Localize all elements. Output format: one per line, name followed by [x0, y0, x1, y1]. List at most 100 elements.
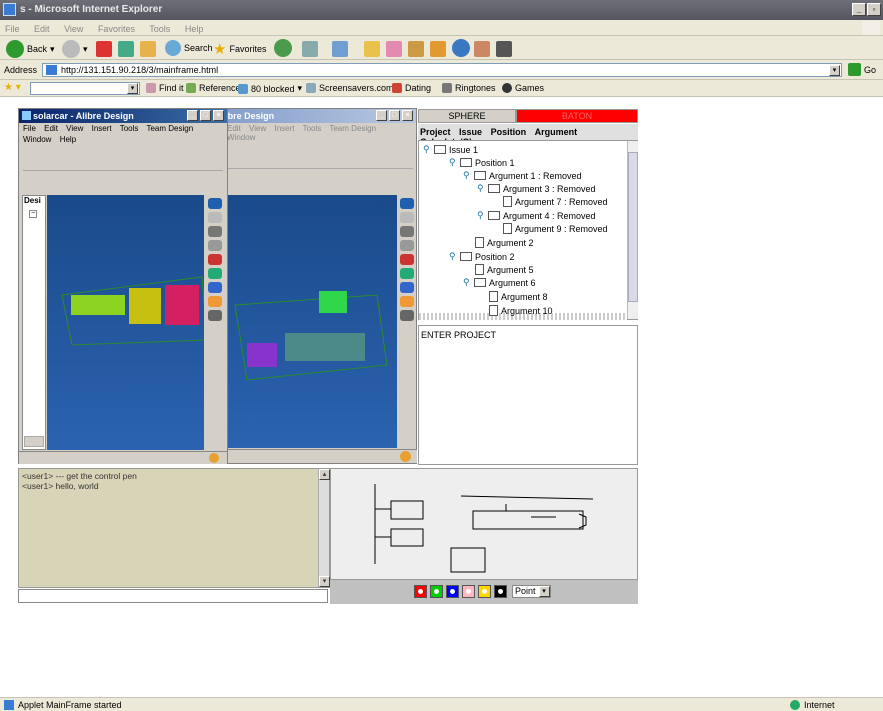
toolbar-icon[interactable] [208, 310, 222, 321]
menu-view[interactable]: View [64, 24, 83, 34]
color-yellow-button[interactable] [478, 585, 491, 598]
blocked-link[interactable]: 80 blocked ▾ [238, 83, 302, 94]
alibre-toolbar-2[interactable] [23, 173, 223, 193]
toolbar-icon[interactable] [208, 268, 222, 279]
find-link[interactable]: Find it [146, 83, 184, 93]
forward-button[interactable]: ▾ [62, 40, 88, 58]
screensavers-link[interactable]: Screensavers.com [306, 83, 394, 93]
tree-node[interactable]: Argument 10 [489, 305, 553, 316]
menu-file[interactable]: File [5, 24, 20, 34]
address-input[interactable]: http://131.151.90.218/3/mainframe.html ▾ [42, 63, 842, 77]
go-button[interactable]: Go [848, 63, 876, 76]
tree-node[interactable]: ⚲ Argument 6 [463, 277, 536, 288]
chat-log[interactable]: <user1> --- get the control pen <user1> … [18, 468, 330, 588]
alibre-toolbar-2[interactable] [227, 172, 413, 192]
toolbar-icon[interactable] [208, 296, 222, 307]
color-blue-button[interactable] [446, 585, 459, 598]
tab-baton[interactable]: BATON [516, 109, 638, 123]
close-button[interactable]: × [213, 110, 224, 121]
home-icon[interactable] [140, 41, 156, 57]
menu-edit[interactable]: Edit [34, 24, 50, 34]
color-pink-button[interactable] [462, 585, 475, 598]
maximize-button[interactable]: □ [389, 110, 400, 121]
mail-icon[interactable] [302, 41, 318, 57]
alibre-toolbar-1[interactable] [227, 149, 413, 169]
print-icon[interactable] [332, 41, 348, 57]
tree-node[interactable]: ⚲ Argument 1 : Removed [463, 170, 582, 181]
minimize-button[interactable]: _ [187, 110, 198, 121]
toolbar-icon[interactable] [208, 282, 222, 293]
chat-input[interactable] [18, 589, 328, 603]
reference-link[interactable]: Reference [186, 83, 241, 93]
tree-node[interactable]: ⚲ Position 2 [449, 251, 515, 262]
chat-scrollbar[interactable]: ▴ ▾ [318, 469, 330, 587]
tree-node[interactable]: Argument 8 [489, 291, 548, 302]
tree-node[interactable]: ⚲ Position 1 [449, 157, 515, 168]
menu-tools[interactable]: Tools [149, 24, 170, 34]
toolbar-icon[interactable] [400, 240, 414, 251]
user-icon[interactable] [496, 41, 512, 57]
toolbar-icon[interactable] [400, 310, 414, 321]
toolbar-icon[interactable] [208, 212, 222, 223]
refresh-icon[interactable] [118, 41, 134, 57]
toolbar-icon[interactable] [208, 198, 222, 209]
restore-button[interactable]: ▫ [867, 3, 881, 16]
tab-sphere[interactable]: SPHERE [418, 109, 516, 123]
combo-dropdown-button[interactable]: ▾ [127, 83, 138, 94]
tree-node[interactable]: Argument 2 [475, 237, 534, 248]
toolbar-icon[interactable] [400, 226, 414, 237]
project-text-area[interactable]: ENTER PROJECT [418, 325, 638, 465]
color-red-button[interactable] [414, 585, 427, 598]
menu-argument[interactable]: Argument [535, 127, 578, 137]
tree-node[interactable]: ⚲ Issue 1 [423, 144, 478, 155]
scroll-thumb[interactable] [628, 152, 638, 302]
scroll-up-button[interactable]: ▴ [319, 469, 330, 480]
drawing-canvas[interactable] [330, 468, 638, 580]
stop-icon[interactable] [96, 41, 112, 57]
menu-favorites[interactable]: Favorites [98, 24, 135, 34]
back-button[interactable]: Back ▾ [6, 40, 55, 58]
discuss-icon[interactable] [452, 39, 470, 57]
tree-scrollbar[interactable] [24, 436, 44, 447]
3d-viewport[interactable] [47, 195, 208, 450]
minimize-button[interactable]: _ [376, 110, 387, 121]
argument-tree[interactable]: ⚲ Issue 1 ⚲ Position 1 ⚲ Argument 1 : Remov… [418, 140, 638, 320]
expand-toggle[interactable]: − [29, 210, 37, 218]
tree-node[interactable]: Argument 7 : Removed [503, 196, 608, 207]
history-icon[interactable] [274, 39, 292, 57]
tool-icon[interactable] [430, 41, 446, 57]
toolbar-icon[interactable] [400, 254, 414, 265]
design-tree-panel[interactable]: Desi − [22, 195, 46, 450]
toolbar-icon[interactable] [400, 198, 414, 209]
ringtones-link[interactable]: Ringtones [442, 83, 496, 93]
toolbar-icon[interactable] [400, 282, 414, 293]
search-combo[interactable]: ▾ [30, 82, 140, 95]
toolbar-icon[interactable] [400, 296, 414, 307]
tree-node[interactable]: Argument 9 : Removed [503, 223, 608, 234]
minimize-button[interactable]: _ [852, 3, 866, 16]
alibre-toolbar-1[interactable] [23, 151, 223, 171]
tool-dropdown-button[interactable]: ▾ [538, 586, 550, 597]
maximize-button[interactable]: □ [200, 110, 211, 121]
tree-scrollbar[interactable] [627, 141, 638, 319]
menu-position[interactable]: Position [491, 127, 527, 137]
search-button[interactable]: Search [165, 40, 213, 56]
color-green-button[interactable] [430, 585, 443, 598]
address-dropdown-button[interactable]: ▾ [829, 65, 840, 76]
close-button[interactable]: × [402, 110, 413, 121]
menu-issue[interactable]: Issue [459, 127, 482, 137]
folder-icon[interactable] [364, 41, 380, 57]
dating-link[interactable]: Dating [392, 83, 431, 93]
tree-node[interactable]: ⚲ Argument 4 : Removed [477, 210, 596, 221]
toolbar-icon[interactable] [400, 212, 414, 223]
menu-help[interactable]: Help [185, 24, 204, 34]
tree-node[interactable]: Argument 5 [475, 264, 534, 275]
3d-viewport[interactable] [227, 195, 397, 448]
toolbar-icon[interactable] [208, 254, 222, 265]
toolbar-icon[interactable] [208, 240, 222, 251]
favorites-button[interactable]: ★ Favorites [213, 40, 266, 58]
tool-select[interactable]: Point ▾ [512, 585, 551, 598]
tree-node[interactable]: ⚲ Argument 3 : Removed [477, 183, 596, 194]
color-black-button[interactable] [494, 585, 507, 598]
research-icon[interactable] [474, 41, 490, 57]
